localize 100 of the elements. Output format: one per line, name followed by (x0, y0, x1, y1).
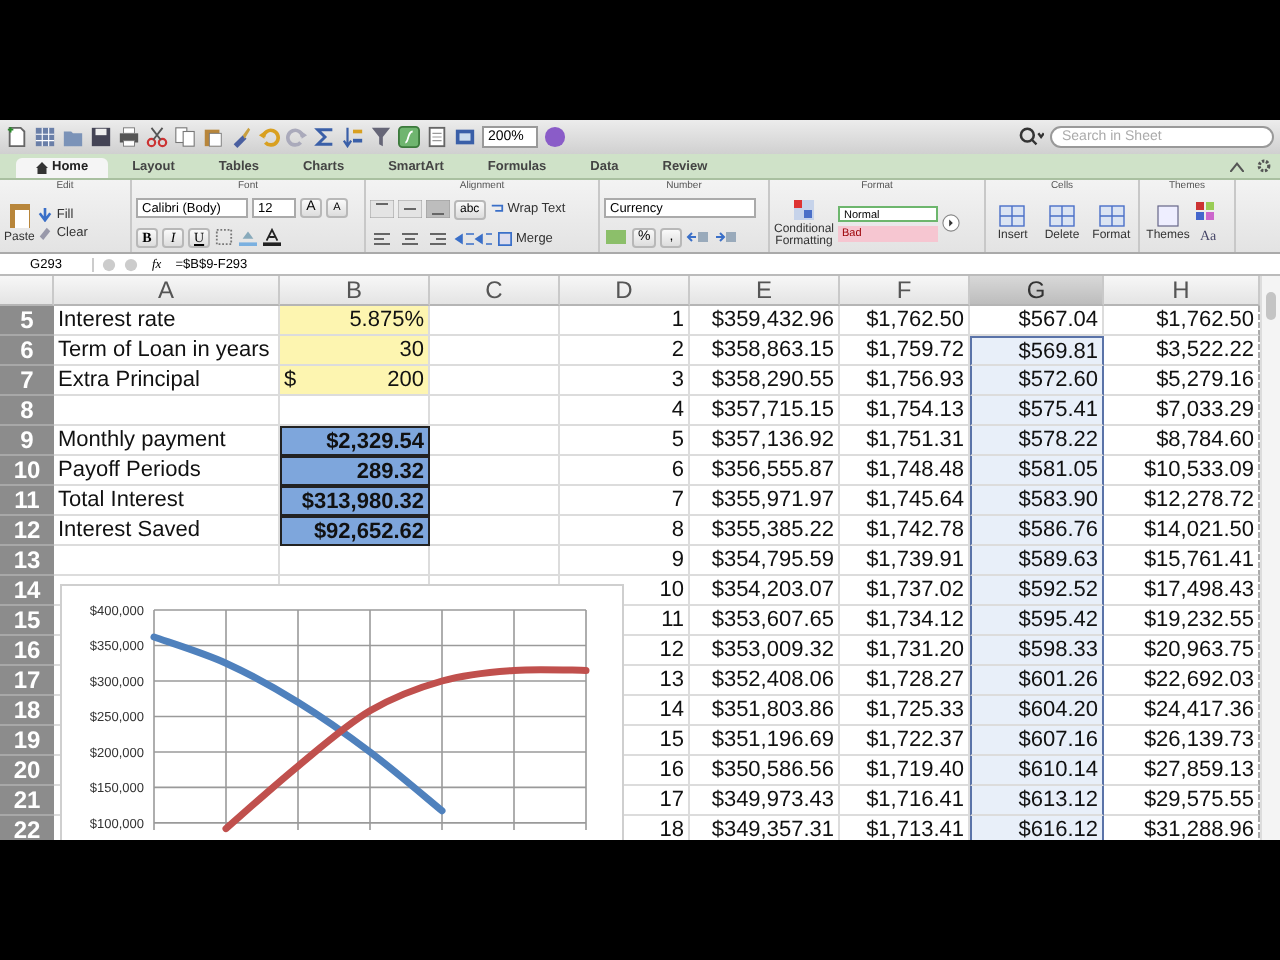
table-cell (430, 486, 560, 516)
collapse-caret-icon[interactable] (1230, 161, 1244, 171)
column-header[interactable]: B (280, 276, 430, 306)
cell-value: 200 (387, 366, 424, 394)
table-cell: $592.52 (970, 576, 1104, 606)
table-cell: $354,203.07 (690, 576, 840, 606)
column-header[interactable]: H (1104, 276, 1260, 306)
save-icon[interactable] (90, 126, 112, 148)
table-cell: $350,586.56 (690, 756, 840, 786)
align-right-icon[interactable] (426, 229, 450, 247)
table-cell: $601.26 (970, 666, 1104, 696)
table-cell: $569.81 (970, 336, 1104, 366)
table-cell (430, 426, 560, 456)
align-bottom-icon[interactable] (426, 200, 450, 218)
table-cell: 7 (560, 486, 690, 516)
align-center-icon[interactable] (398, 229, 422, 247)
decrease-decimal-icon[interactable] (714, 228, 739, 247)
clipboard-icon (7, 202, 32, 230)
table-cell: $355,971.97 (690, 486, 840, 516)
table-cell: $351,196.69 (690, 726, 840, 756)
table-cell: $352,408.06 (690, 666, 840, 696)
table-cell: $604.20 (970, 696, 1104, 726)
increase-decimal-icon[interactable] (686, 228, 711, 247)
table-cell (430, 306, 560, 336)
brush-icon[interactable] (230, 126, 252, 148)
theme-colors-icon[interactable] (1196, 201, 1216, 221)
column-header[interactable]: E (690, 276, 840, 306)
table-cell (430, 546, 560, 576)
grid-icon[interactable] (34, 126, 56, 148)
table-grid-icon (998, 204, 1027, 228)
filter-icon[interactable] (370, 126, 392, 148)
fill-color-icon[interactable] (238, 228, 259, 247)
merge-icon (498, 231, 512, 245)
table-cell: 6 (560, 456, 690, 486)
table-cell: $359,432.96 (690, 306, 840, 336)
table-cell: 30 (280, 336, 430, 366)
more-styles-icon[interactable] (942, 214, 960, 232)
page-icon[interactable] (426, 126, 448, 148)
scissors-icon[interactable] (146, 126, 168, 148)
table-cell: $358,863.15 (690, 336, 840, 366)
align-top-icon[interactable] (370, 200, 394, 218)
table-cell: $355,385.22 (690, 516, 840, 546)
home-icon (36, 162, 48, 174)
clipboard-icon[interactable] (202, 126, 224, 148)
table-cell: $572.60 (970, 366, 1104, 396)
table-cell: $353,607.65 (690, 606, 840, 636)
font-color-icon[interactable] (262, 228, 283, 247)
table-cell: 8 (560, 516, 690, 546)
table-cell: $598.33 (970, 636, 1104, 666)
table-cell: $586.76 (970, 516, 1104, 546)
table-cell: $589.63 (970, 546, 1104, 576)
document-icon[interactable] (6, 126, 28, 148)
table-cell (430, 336, 560, 366)
table-cell: $613.12 (970, 786, 1104, 816)
column-header[interactable]: A (54, 276, 280, 306)
align-middle-icon[interactable] (398, 200, 422, 218)
table-cell: $313,980.32 (280, 486, 430, 516)
down-arrow-icon (38, 207, 53, 221)
media-icon[interactable] (454, 126, 476, 148)
copy-icon[interactable] (174, 126, 196, 148)
table-cell: 9 (560, 546, 690, 576)
sort-icon[interactable] (342, 126, 364, 148)
table-cell: 289.32 (280, 456, 430, 486)
column-header[interactable]: C (430, 276, 560, 306)
column-header[interactable]: G (970, 276, 1104, 306)
table-cell (430, 396, 560, 426)
table-cell: $354,795.59 (690, 546, 840, 576)
table-cell: $1,762.50 (840, 306, 970, 336)
wrap-icon (489, 202, 504, 216)
indent-icon[interactable] (454, 229, 494, 247)
table-cell: $2,329.54 (280, 426, 430, 456)
column-header[interactable]: F (840, 276, 970, 306)
table-grid-icon (1097, 204, 1126, 228)
table-cell: $349,357.31 (690, 816, 840, 840)
table-cell: $357,136.92 (690, 426, 840, 456)
eraser-icon (38, 225, 53, 239)
table-cell: $351,803.86 (690, 696, 840, 726)
table-cell: 5 (560, 426, 690, 456)
table-cell: $92,652.62 (280, 516, 430, 546)
gear-icon[interactable] (1256, 158, 1272, 174)
table-grid-icon (1048, 204, 1076, 228)
column-header[interactable]: D (560, 276, 690, 306)
table-cell: $581.05 (970, 456, 1104, 486)
table-cell: $353,009.32 (690, 636, 840, 666)
table-cell: $607.16 (970, 726, 1104, 756)
table-cell: $578.22 (970, 426, 1104, 456)
function-icon[interactable] (398, 126, 420, 148)
align-left-icon[interactable] (370, 229, 394, 247)
table-cell (430, 516, 560, 546)
table-cell: $356,555.87 (690, 456, 840, 486)
search-icon[interactable] (1018, 126, 1044, 148)
table-cell: $357,715.15 (690, 396, 840, 426)
currency-sign: $ (284, 366, 297, 394)
vertical-scrollbar[interactable] (1260, 276, 1280, 840)
borders-icon[interactable] (214, 228, 235, 247)
printer-icon[interactable] (118, 126, 140, 148)
conditional-formatting-icon (792, 198, 816, 222)
table-cell: 2 (560, 336, 690, 366)
table-cell: $358,290.55 (690, 366, 840, 396)
sum-icon[interactable] (314, 126, 336, 148)
